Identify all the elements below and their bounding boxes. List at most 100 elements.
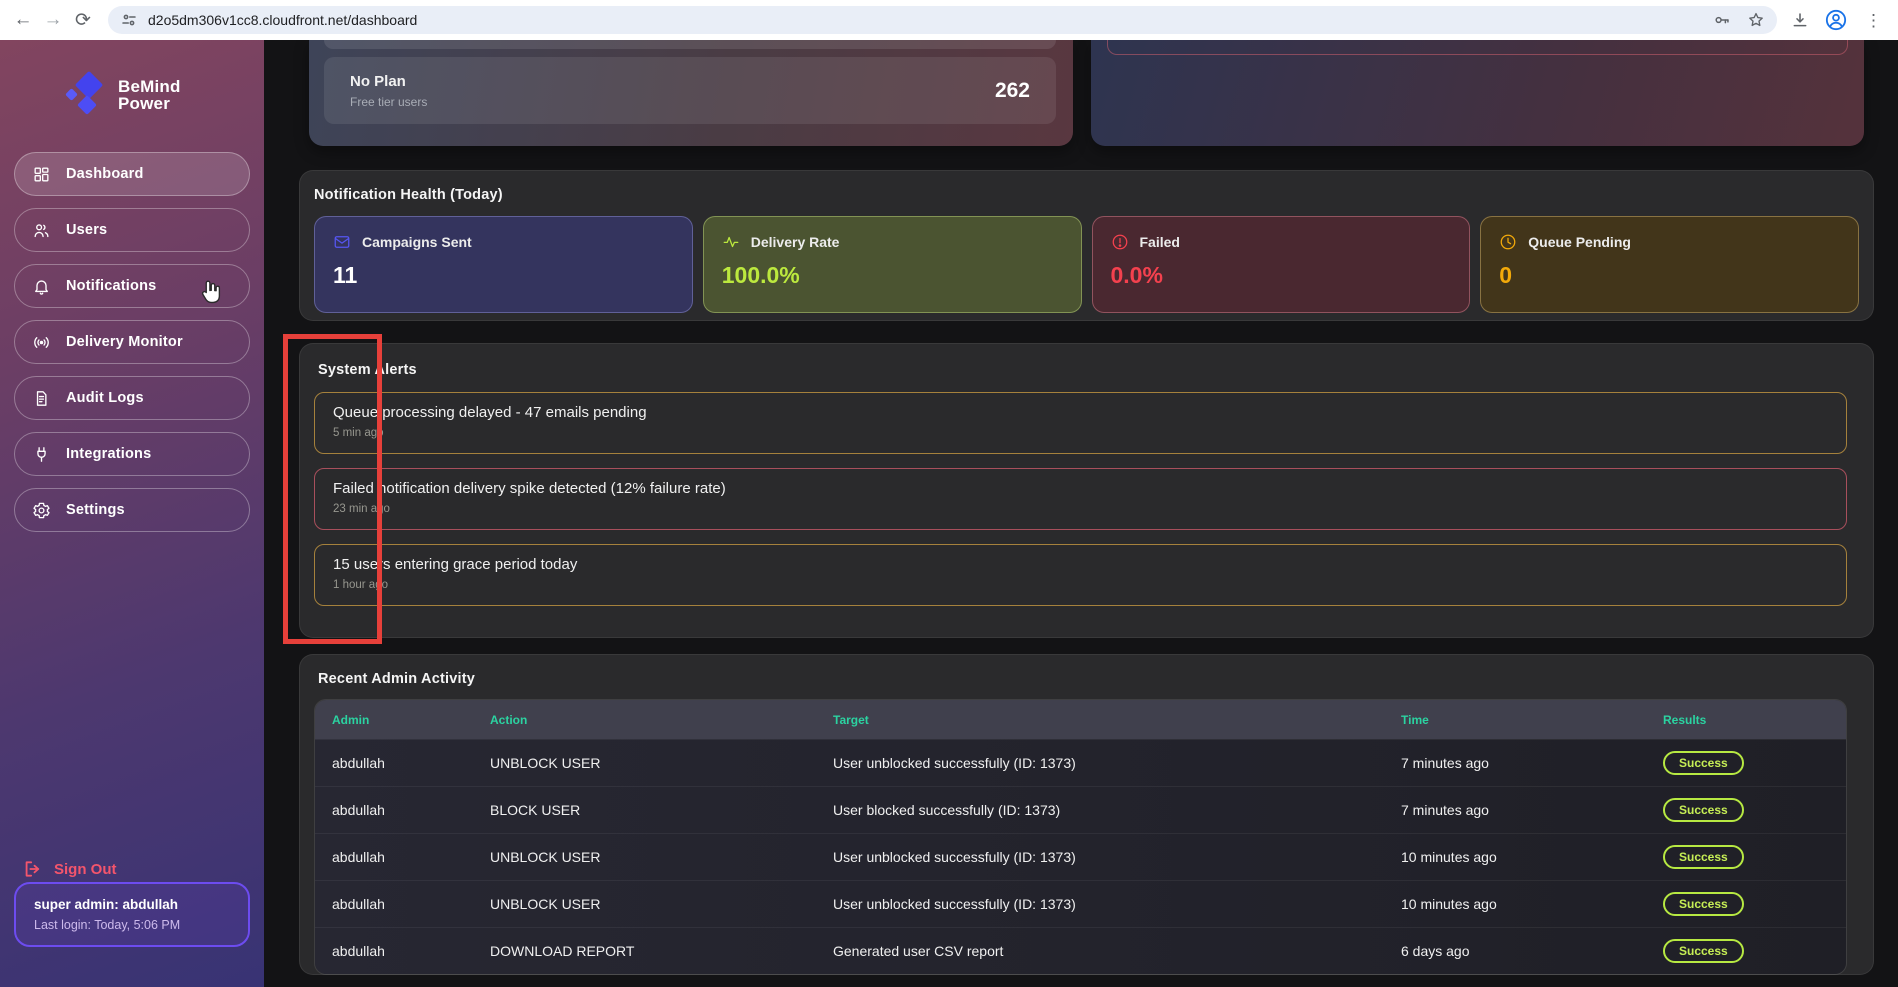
broadcast-icon bbox=[32, 333, 51, 352]
notification-health-title: Notification Health (Today) bbox=[314, 187, 1859, 203]
browser-reload-button[interactable]: ⟳ bbox=[68, 5, 98, 35]
sidebar-item-settings[interactable]: Settings bbox=[14, 488, 250, 532]
sidebar-item-label: Settings bbox=[66, 502, 125, 518]
cell-target: User unblocked successfully (ID: 1373) bbox=[833, 849, 1401, 865]
browser-forward-button[interactable]: → bbox=[38, 5, 68, 35]
status-badge: Success bbox=[1663, 751, 1744, 775]
clock-icon bbox=[1499, 233, 1517, 251]
alert-message: Queue processing delayed - 47 emails pen… bbox=[333, 404, 1828, 421]
grid-icon bbox=[32, 165, 51, 184]
sidebar-item-notifications[interactable]: Notifications bbox=[14, 264, 250, 308]
sign-out-button[interactable]: Sign Out bbox=[22, 859, 117, 879]
url-text[interactable]: d2o5dm306v1cc8.cloudfront.net/dashboard bbox=[148, 12, 1713, 28]
plan-row-cutoff bbox=[324, 40, 1056, 49]
column-header-results: Results bbox=[1663, 713, 1846, 727]
admin-activity-table: AdminActionTargetTimeResultsabdullahUNBL… bbox=[314, 699, 1847, 975]
sidebar: BeMind Power Dashboard Users Notifications… bbox=[0, 40, 264, 987]
cell-admin: abdullah bbox=[315, 802, 490, 818]
sidebar-item-delivery-monitor[interactable]: Delivery Monitor bbox=[14, 320, 250, 364]
table-row: abdullahUNBLOCK USERUser unblocked succe… bbox=[315, 739, 1846, 786]
users-icon bbox=[32, 221, 51, 240]
gear-icon bbox=[32, 501, 51, 520]
alerts-list: Queue processing delayed - 47 emails pen… bbox=[314, 392, 1847, 606]
stat-value: 100.0% bbox=[722, 262, 1063, 289]
browser-toolbar: ← → ⟳ d2o5dm306v1cc8.cloudfront.net/dash… bbox=[0, 0, 1898, 40]
stat-value: 11 bbox=[333, 262, 674, 289]
cell-target: User blocked successfully (ID: 1373) bbox=[833, 802, 1401, 818]
site-info-icon[interactable] bbox=[120, 11, 138, 29]
browser-menu-icon[interactable]: ⋮ bbox=[1863, 12, 1884, 29]
health-stats-row: Campaigns Sent11Delivery Rate100.0%Faile… bbox=[314, 216, 1859, 313]
stat-value: 0.0% bbox=[1111, 262, 1452, 289]
sidebar-item-users[interactable]: Users bbox=[14, 208, 250, 252]
alert-timestamp: 1 hour ago bbox=[333, 579, 1828, 591]
sidebar-item-label: Integrations bbox=[66, 446, 151, 462]
stat-label: Failed bbox=[1140, 234, 1180, 250]
cell-action: UNBLOCK USER bbox=[490, 755, 833, 771]
stat-card-failed: Failed 0.0% bbox=[1092, 216, 1471, 313]
url-bar[interactable]: d2o5dm306v1cc8.cloudfront.net/dashboard bbox=[108, 6, 1777, 34]
cell-action: DOWNLOAD REPORT bbox=[490, 943, 833, 959]
table-row: abdullahBLOCK USERUser blocked successfu… bbox=[315, 786, 1846, 833]
sidebar-item-label: Delivery Monitor bbox=[66, 334, 183, 350]
summary-row-cutoff bbox=[1107, 39, 1848, 55]
password-key-icon[interactable] bbox=[1713, 11, 1731, 29]
alert-message: Failed notification delivery spike detec… bbox=[333, 480, 1828, 497]
cell-time: 6 days ago bbox=[1401, 943, 1663, 959]
notification-health-section: Notification Health (Today) Campaigns Se… bbox=[299, 170, 1874, 321]
sidebar-item-integrations[interactable]: Integrations bbox=[14, 432, 250, 476]
sidebar-nav: Dashboard Users Notifications Delivery Moni… bbox=[0, 152, 264, 532]
activity-icon bbox=[722, 233, 740, 251]
admin-activity-title: Recent Admin Activity bbox=[318, 671, 1847, 687]
stat-value: 0 bbox=[1499, 262, 1840, 289]
system-alert-item: 15 users entering grace period today 1 ho… bbox=[314, 544, 1847, 606]
envelope-icon bbox=[333, 233, 351, 251]
system-alert-item: Queue processing delayed - 47 emails pen… bbox=[314, 392, 1847, 454]
brand-name-line1: BeMind bbox=[118, 78, 181, 95]
no-plan-row[interactable]: No Plan Free tier users 262 bbox=[324, 57, 1056, 124]
status-badge: Success bbox=[1663, 798, 1744, 822]
stat-label: Queue Pending bbox=[1528, 234, 1631, 250]
column-header-action: Action bbox=[490, 713, 833, 727]
table-row: abdullahUNBLOCK USERUser unblocked succe… bbox=[315, 833, 1846, 880]
stat-card-delivery-rate: Delivery Rate100.0% bbox=[703, 216, 1082, 313]
cell-target: User unblocked successfully (ID: 1373) bbox=[833, 896, 1401, 912]
sidebar-item-label: Users bbox=[66, 222, 107, 238]
plan-subtitle: Free tier users bbox=[350, 95, 427, 109]
cell-admin: abdullah bbox=[315, 755, 490, 771]
browser-back-button[interactable]: ← bbox=[8, 5, 38, 35]
admin-name: super admin: abdullah bbox=[34, 897, 230, 912]
table-header-row: AdminActionTargetTimeResults bbox=[315, 700, 1846, 739]
brand-logo: BeMind Power bbox=[64, 72, 264, 118]
bell-icon bbox=[32, 277, 51, 296]
cell-action: BLOCK USER bbox=[490, 802, 833, 818]
stat-label: Campaigns Sent bbox=[362, 234, 472, 250]
plan-count: 262 bbox=[995, 79, 1030, 103]
sidebar-item-label: Dashboard bbox=[66, 166, 144, 182]
download-icon[interactable] bbox=[1791, 11, 1809, 29]
alert-circle-icon bbox=[1111, 233, 1129, 251]
alert-message: 15 users entering grace period today bbox=[333, 556, 1828, 573]
profile-avatar-icon[interactable] bbox=[1825, 9, 1847, 31]
bookmark-star-icon[interactable] bbox=[1747, 11, 1765, 29]
document-icon bbox=[32, 389, 51, 408]
system-alert-item: Failed notification delivery spike detec… bbox=[314, 468, 1847, 530]
cell-target: User unblocked successfully (ID: 1373) bbox=[833, 755, 1401, 771]
cell-action: UNBLOCK USER bbox=[490, 896, 833, 912]
sidebar-item-audit-logs[interactable]: Audit Logs bbox=[14, 376, 250, 420]
stat-card-campaigns-sent: Campaigns Sent 11 bbox=[314, 216, 693, 313]
brand-name-line2: Power bbox=[118, 95, 181, 112]
table-row: abdullahUNBLOCK USERUser unblocked succe… bbox=[315, 880, 1846, 927]
alert-timestamp: 23 min ago bbox=[333, 503, 1828, 515]
admin-activity-section: Recent Admin Activity AdminActionTargetT… bbox=[299, 654, 1874, 975]
status-badge: Success bbox=[1663, 892, 1744, 916]
column-header-admin: Admin bbox=[315, 713, 490, 727]
sidebar-item-dashboard[interactable]: Dashboard bbox=[14, 152, 250, 196]
cell-target: Generated user CSV report bbox=[833, 943, 1401, 959]
sidebar-item-label: Audit Logs bbox=[66, 390, 144, 406]
sign-out-icon bbox=[22, 859, 42, 879]
cell-admin: abdullah bbox=[315, 896, 490, 912]
column-header-target: Target bbox=[833, 713, 1401, 727]
column-header-time: Time bbox=[1401, 713, 1663, 727]
alert-timestamp: 5 min ago bbox=[333, 427, 1828, 439]
